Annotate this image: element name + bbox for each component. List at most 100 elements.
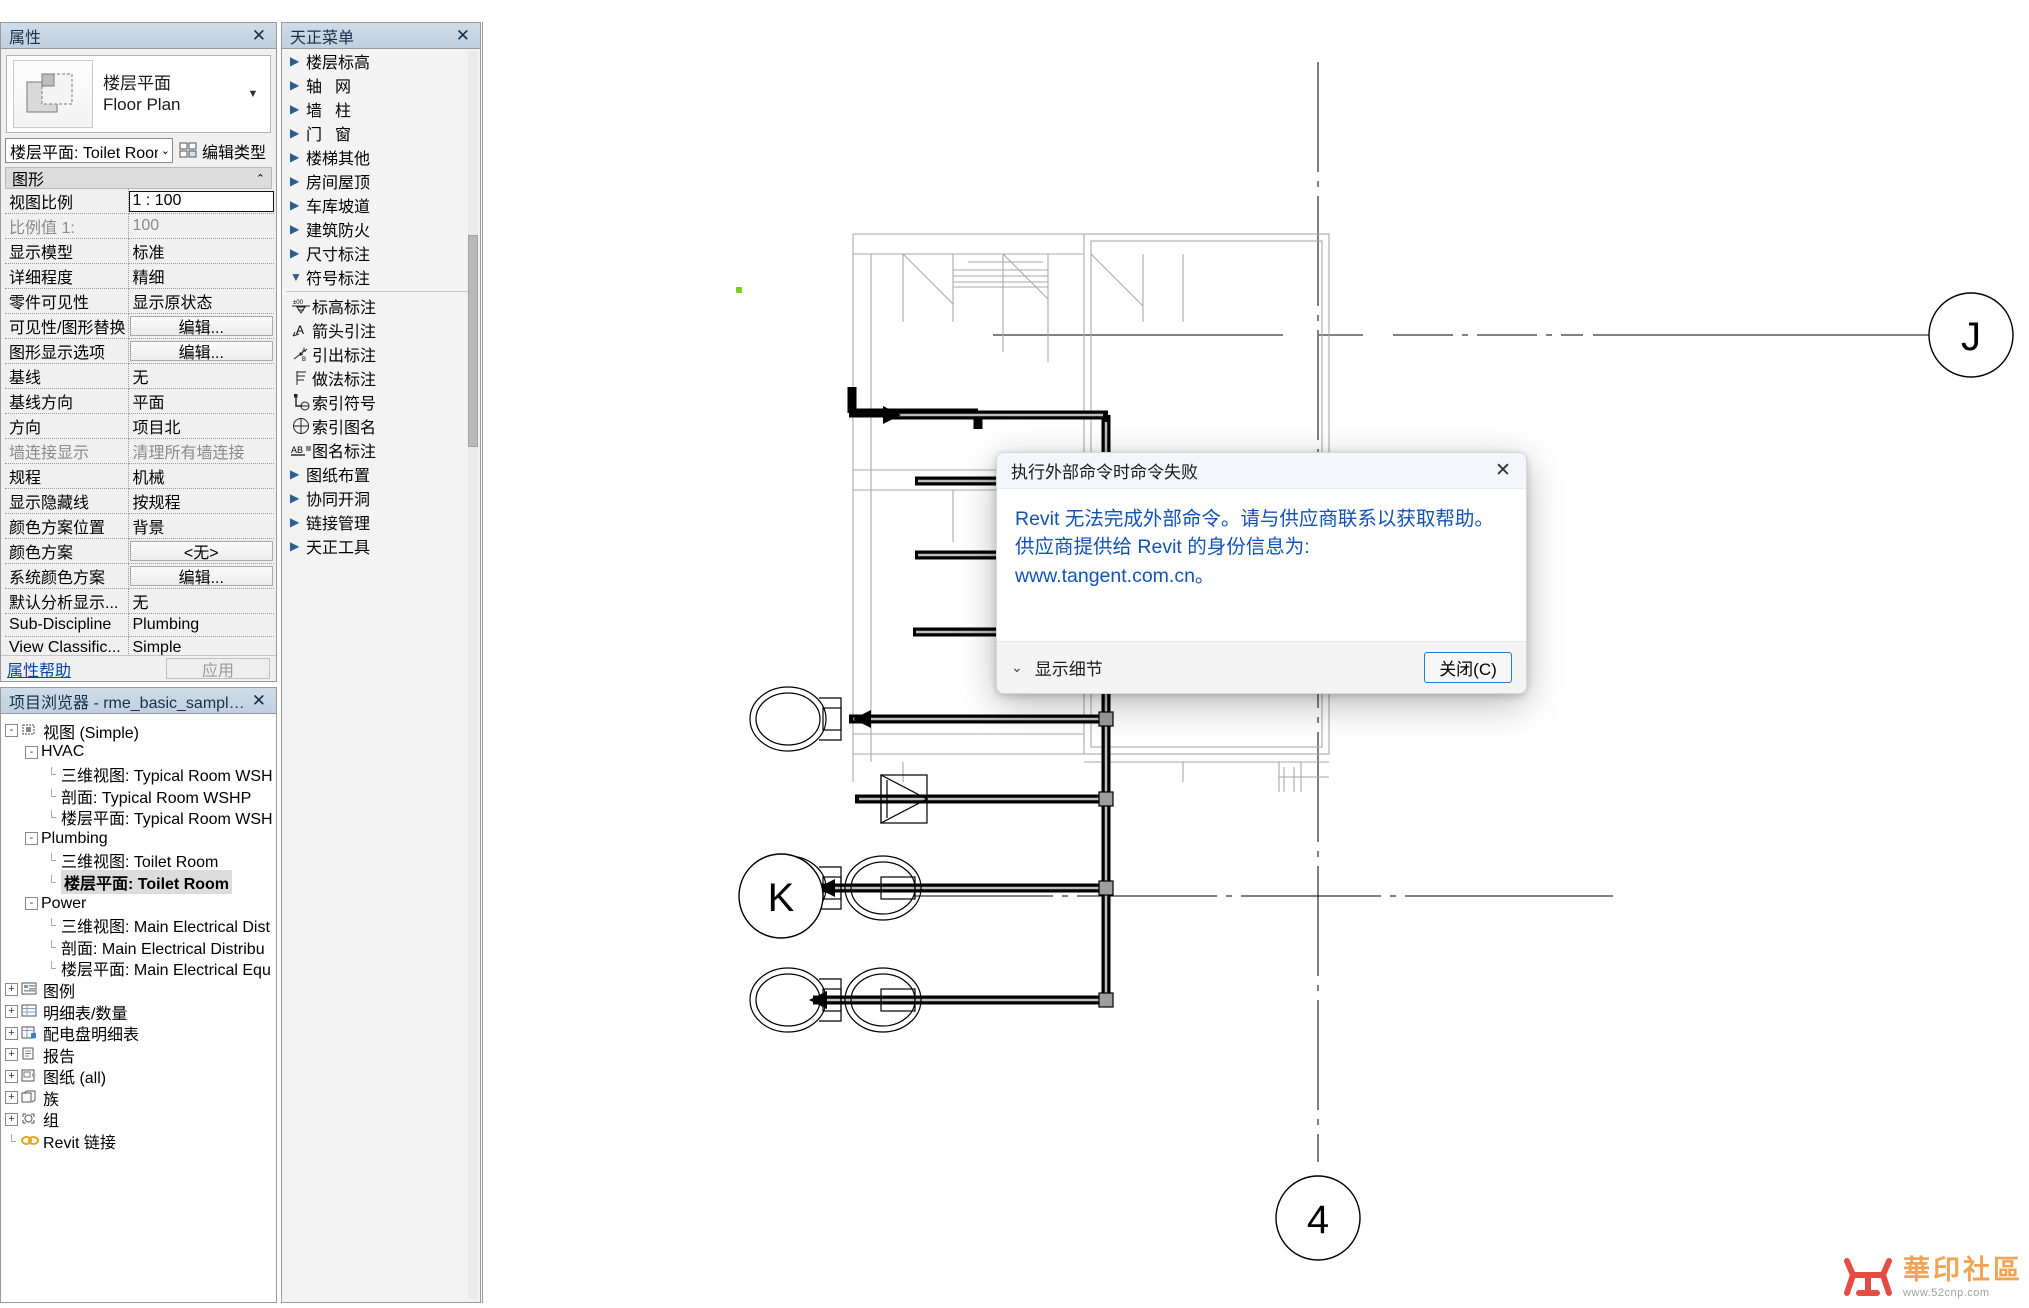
expand-toggle-icon[interactable]: + [5, 1112, 18, 1126]
property-value-input[interactable]: 1 : 100 [128, 190, 274, 212]
apply-button[interactable]: 应用 [166, 658, 270, 680]
expand-toggle-icon[interactable]: + [5, 1026, 18, 1040]
properties-group-header[interactable]: 图形 ⌃ [5, 167, 272, 189]
chevron-right-icon[interactable]: ▶ [290, 539, 306, 553]
tree-node[interactable]: └ 楼层平面: Main Electrical Equ [5, 958, 276, 979]
chevron-right-icon[interactable]: ▶ [290, 491, 306, 505]
properties-help-link[interactable]: 属性帮助 [7, 657, 71, 681]
external-command-error-dialog[interactable]: 执行外部命令时命令失败 ✕ Revit 无法完成外部命令。请与供应商联系以获取帮… [996, 452, 1527, 694]
property-value[interactable]: 标准 [128, 238, 274, 264]
chevron-right-icon[interactable]: ▶ [290, 246, 306, 260]
tangent-menu-group[interactable]: ▶ 尺寸标注 [282, 241, 480, 265]
tangent-menu-item[interactable]: ±00 标高标注 [282, 294, 480, 318]
property-value[interactable]: 显示原状态 [128, 288, 274, 314]
chevron-down-icon[interactable]: ▼ [242, 88, 264, 100]
close-icon[interactable]: ✕ [452, 27, 474, 44]
tree-node[interactable]: └ 剖面: Main Electrical Distribu [5, 936, 276, 958]
chevron-right-icon[interactable]: ▶ [290, 102, 306, 116]
tree-node[interactable]: - 视图 (Simple) [5, 720, 276, 742]
tangent-menu-list[interactable]: ▶ 楼层标高 ▶ 轴网 ▶ 墙柱 ▶ 门窗 ▶ 楼梯其他 ▶ 房间屋顶 ▶ 车库坡道 ▶ 建筑防火 ▶ 尺寸标注 ▼… [282, 49, 480, 1301]
expand-toggle-icon[interactable]: + [5, 1069, 18, 1083]
property-row[interactable]: 墙连接显示 清理所有墙连接 [5, 438, 274, 464]
tangent-menu-group[interactable]: ▶ 楼层标高 [282, 49, 480, 73]
expand-toggle-icon[interactable]: + [5, 1048, 18, 1062]
collapse-toggle-icon[interactable]: - [5, 724, 18, 738]
tree-node[interactable]: └ 楼层平面: Typical Room WSH [5, 806, 276, 828]
tangent-menu-group[interactable]: ▼ 符号标注 [282, 265, 480, 289]
chevron-right-icon[interactable]: ▶ [290, 78, 306, 92]
tree-node[interactable]: + 族 [5, 1087, 276, 1109]
close-button[interactable]: 关闭(C) [1424, 652, 1512, 683]
tangent-menu-group[interactable]: ▶ 图纸布置 [282, 462, 480, 486]
collapse-toggle-icon[interactable]: - [25, 745, 38, 759]
property-row[interactable]: 方向 项目北 [5, 413, 274, 439]
tangent-menu-group[interactable]: ▶ 楼梯其他 [282, 145, 480, 169]
property-row[interactable]: 规程 机械 [5, 463, 274, 489]
property-value-button[interactable]: 编辑... [129, 316, 273, 337]
property-row[interactable]: 基线方向 平面 [5, 388, 274, 414]
tree-node[interactable]: └ 三维视图: Typical Room WSH [5, 763, 276, 785]
property-value[interactable]: 项目北 [128, 413, 274, 439]
property-value[interactable]: 精细 [128, 263, 274, 289]
property-row[interactable]: 显示隐藏线 按规程 [5, 488, 274, 514]
close-icon[interactable]: ✕ [248, 692, 270, 709]
tree-node[interactable]: + 组 [5, 1109, 276, 1130]
property-value[interactable]: 1 : 100 [128, 189, 274, 214]
tree-node[interactable]: + 图例 [5, 979, 276, 1001]
tree-node[interactable]: - Power [5, 893, 276, 915]
tangent-menu-group[interactable]: ▶ 车库坡道 [282, 193, 480, 217]
property-value[interactable]: 100 [128, 213, 274, 239]
tree-node[interactable]: + 配电盘明细表 [5, 1022, 276, 1044]
type-selector-combobox[interactable]: 楼层平面: Toilet Room ⌄ [5, 138, 173, 163]
chevron-right-icon[interactable]: ▶ [290, 515, 306, 529]
property-row[interactable]: 比例值 1: 100 [5, 213, 274, 239]
tree-node[interactable]: + 报告 [5, 1044, 276, 1066]
tangent-menu-item[interactable]: AB 图名标注 [282, 438, 480, 462]
chevron-down-icon[interactable]: ⌄ [158, 144, 170, 157]
tangent-menu-group[interactable]: ▶ 天正工具 [282, 534, 480, 558]
property-row[interactable]: 颜色方案 <无> [5, 538, 274, 564]
property-value[interactable]: 无 [128, 363, 274, 389]
edit-type-button[interactable]: 编辑类型 [177, 139, 266, 163]
property-value[interactable]: Plumbing [128, 613, 274, 637]
tree-node[interactable]: └ 楼层平面: Toilet Room [5, 869, 276, 894]
tangent-menu-group[interactable]: ▶ 建筑防火 [282, 217, 480, 241]
property-row[interactable]: Sub-Discipline Plumbing [5, 613, 274, 637]
property-row[interactable]: 默认分析显示... 无 [5, 588, 274, 614]
property-row[interactable]: 颜色方案位置 背景 [5, 513, 274, 539]
chevron-right-icon[interactable]: ▶ [290, 467, 306, 481]
tree-node[interactable]: └ 剖面: Typical Room WSHP [5, 785, 276, 807]
property-value[interactable]: 编辑... [128, 313, 274, 339]
project-browser-tree[interactable]: - 视图 (Simple) - HVAC └ 三维视图: Typical Room WSH… [1, 714, 276, 1301]
expand-toggle-icon[interactable]: + [5, 983, 18, 997]
tangent-scrollbar-thumb[interactable] [468, 235, 478, 447]
property-row[interactable]: 系统颜色方案 编辑... [5, 563, 274, 589]
tangent-menu-item[interactable]: AB引出标注 [282, 342, 480, 366]
tangent-menu-group[interactable]: ▶ 链接管理 [282, 510, 480, 534]
chevron-right-icon[interactable]: ▶ [290, 150, 306, 164]
chevron-right-icon[interactable]: ▶ [290, 198, 306, 212]
close-icon[interactable]: ✕ [1486, 456, 1520, 486]
chevron-right-icon[interactable]: ▶ [290, 126, 306, 140]
property-row[interactable]: 零件可见性 显示原状态 [5, 288, 274, 314]
property-row[interactable]: 图形显示选项 编辑... [5, 338, 274, 364]
property-value[interactable]: 清理所有墙连接 [128, 438, 274, 464]
tangent-menu-group[interactable]: ▶ 房间屋顶 [282, 169, 480, 193]
chevron-down-icon[interactable]: ▼ [290, 270, 306, 284]
property-row[interactable]: 显示模型 标准 [5, 238, 274, 264]
property-value-button[interactable]: 编辑... [129, 566, 273, 587]
tangent-menu-item[interactable]: 索引图名 [282, 414, 480, 438]
chevron-right-icon[interactable]: ▶ [290, 54, 306, 68]
property-value[interactable]: <无> [128, 538, 274, 564]
property-row[interactable]: 详细程度 精细 [5, 263, 274, 289]
expand-toggle-icon[interactable]: + [5, 1091, 18, 1105]
tangent-menu-item[interactable]: 索引符号 [282, 390, 480, 414]
tree-node[interactable]: └ Revit 链接 [5, 1130, 276, 1152]
collapse-icon[interactable]: ⌃ [256, 172, 265, 185]
property-row[interactable]: 可见性/图形替换 编辑... [5, 313, 274, 339]
tangent-menu-group[interactable]: ▶ 门窗 [282, 121, 480, 145]
tangent-menu-group[interactable]: ▶ 轴网 [282, 73, 480, 97]
property-row[interactable]: 基线无 [5, 363, 274, 389]
chevron-right-icon[interactable]: ▶ [290, 222, 306, 236]
property-value[interactable]: 背景 [128, 513, 274, 539]
